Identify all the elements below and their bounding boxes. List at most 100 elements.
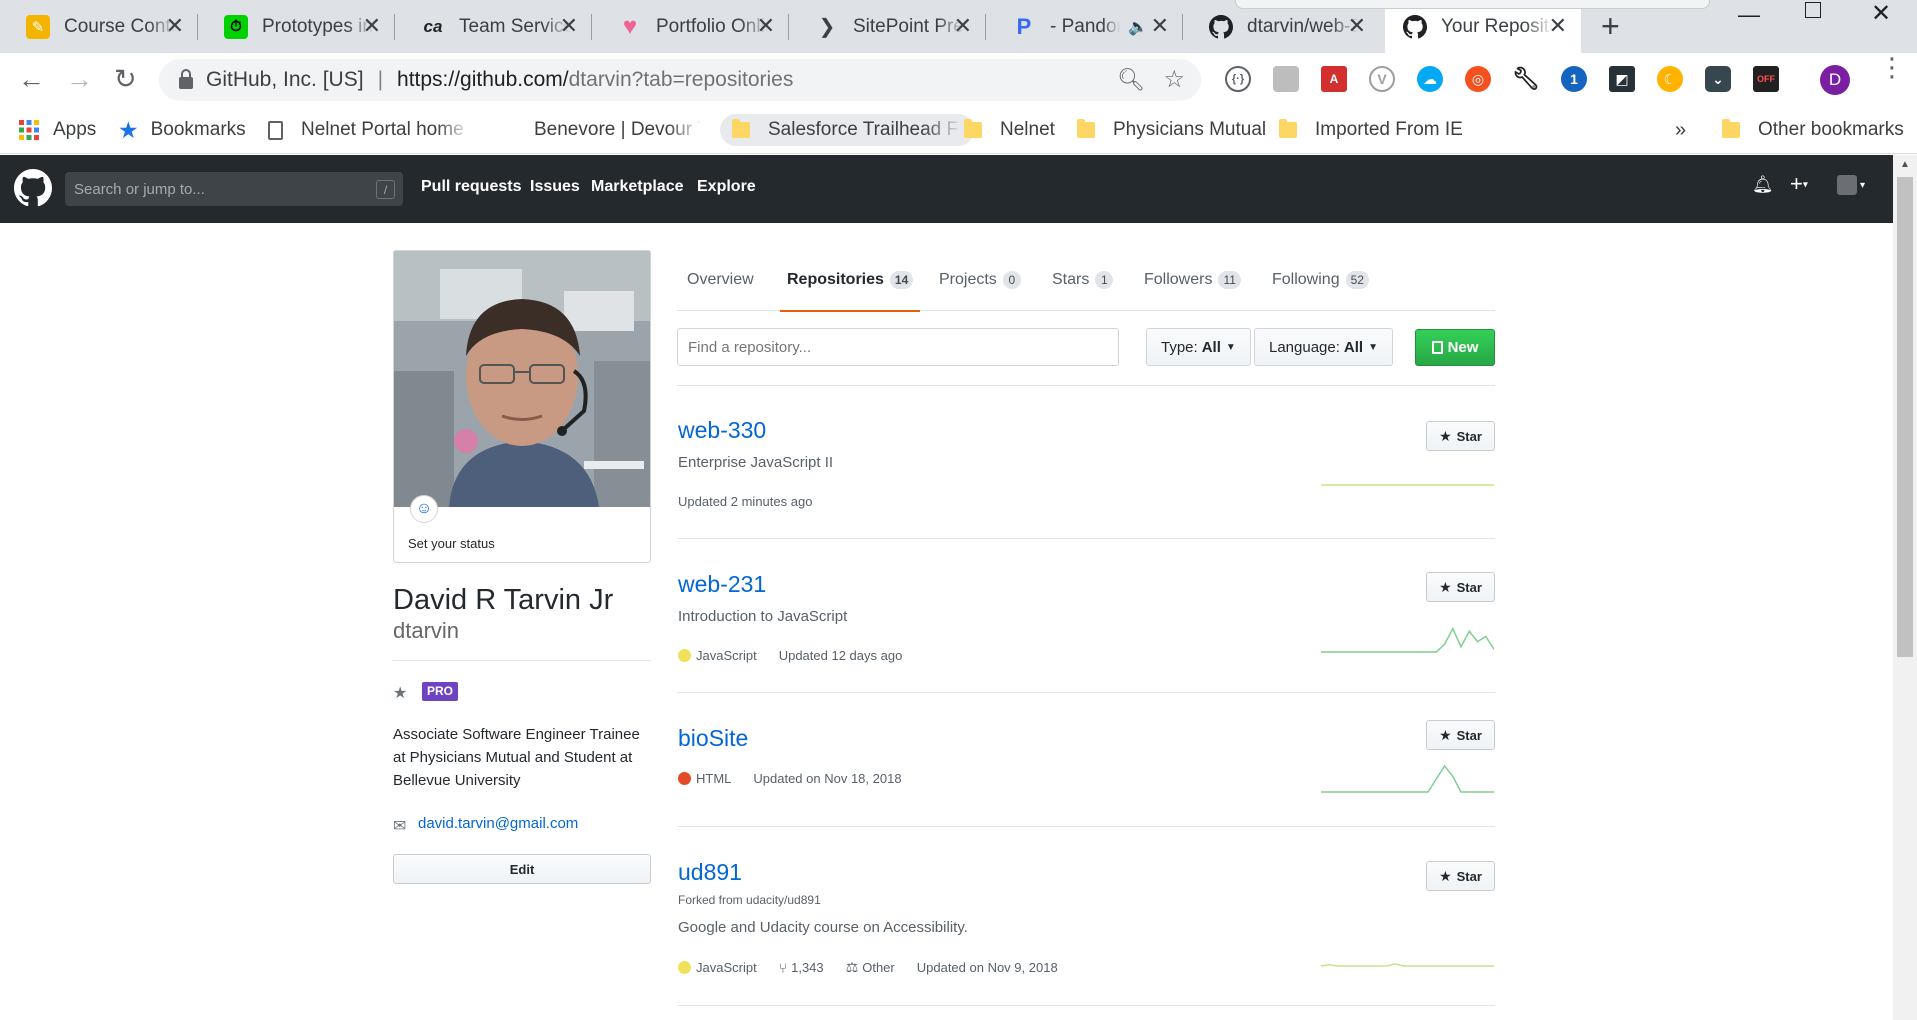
nav-pull-requests[interactable]: Pull requests xyxy=(421,178,521,196)
repo-name-link[interactable]: ud891 xyxy=(678,859,742,886)
repo-forks-count[interactable]: 1,343 xyxy=(791,960,824,975)
tab-count: 0 xyxy=(1002,271,1021,289)
profile-photo[interactable] xyxy=(394,251,650,507)
nav-marketplace[interactable]: Marketplace xyxy=(591,178,684,196)
set-status-smiley-icon[interactable]: ☺ xyxy=(410,495,438,523)
close-icon[interactable]: ✕ xyxy=(757,15,775,37)
close-icon[interactable]: ✕ xyxy=(954,15,972,37)
bookmark-apps[interactable]: Apps xyxy=(19,114,96,146)
set-status-label[interactable]: Set your status xyxy=(408,536,495,551)
address-bar[interactable]: GitHub, Inc. [US] | https://github.com/d… xyxy=(159,59,1201,101)
bookmark-benevore[interactable]: Benevore | Devour Th xyxy=(534,114,702,146)
tab-stars[interactable]: Stars 1 xyxy=(1052,268,1114,311)
bookmark-physicians-mutual[interactable]: Physicians Mutual xyxy=(1077,114,1266,146)
close-icon[interactable]: ✕ xyxy=(1151,15,1169,37)
repo-updated: Updated 12 days ago xyxy=(778,648,903,663)
bookmarks-overflow-chevron[interactable]: » xyxy=(1675,114,1686,146)
edit-profile-button[interactable]: Edit xyxy=(393,854,651,884)
bookmark-nelnet-portal[interactable]: Nelnet Portal home p xyxy=(268,114,471,146)
lock-icon[interactable] xyxy=(179,69,193,89)
close-icon[interactable]: ✕ xyxy=(1549,15,1567,37)
maximize-icon[interactable] xyxy=(1805,2,1821,18)
tab-followers[interactable]: Followers 11 xyxy=(1144,268,1241,311)
repo-language: HTML xyxy=(696,771,732,786)
browser-tab[interactable]: ca Team Services ✕ xyxy=(395,0,592,53)
star-button[interactable]: ★ Star xyxy=(1426,720,1495,750)
nav-issues[interactable]: Issues xyxy=(530,178,580,196)
bookmark-other-bookmarks[interactable]: Other bookmarks xyxy=(1722,114,1904,146)
nav-explore[interactable]: Explore xyxy=(697,178,756,196)
close-icon[interactable]: ✕ xyxy=(560,15,578,37)
browser-tab[interactable]: ♥ Portfolio Online ✕ xyxy=(592,0,789,53)
tab-title: Your Repositories xyxy=(1441,15,1553,37)
extension-lifebuoy-icon[interactable]: ◎ xyxy=(1465,66,1491,92)
browser-tab[interactable]: ⏱ Prototypes in Sketch ✕ xyxy=(198,0,395,53)
extension-pdf-icon[interactable]: A xyxy=(1321,66,1347,92)
window-close-icon[interactable]: ✕ xyxy=(1871,0,1891,27)
zoom-icon[interactable]: 🔍︎ xyxy=(1117,67,1145,93)
bookmark-nelnet[interactable]: Nelnet xyxy=(964,114,1055,146)
notifications-bell-icon[interactable]: 🔔︎ xyxy=(1752,175,1774,195)
repo-name-link[interactable]: web-231 xyxy=(678,571,766,598)
forward-arrow-icon[interactable]: → xyxy=(66,65,93,93)
extension-wrench-icon[interactable]: 🔧︎ xyxy=(1512,66,1540,92)
tab-repositories[interactable]: Repositories 14 xyxy=(779,268,921,312)
browser-tab[interactable]: ❯ SitePoint Premium ✕ xyxy=(789,0,986,53)
new-repository-button[interactable]: New xyxy=(1415,329,1495,366)
bookmark-salesforce-trailhead[interactable]: Salesforce Trailhead F xyxy=(720,114,974,146)
browser-tab[interactable]: P - Pandora 🔈 ✕ xyxy=(986,0,1183,53)
close-icon[interactable]: ✕ xyxy=(363,15,381,37)
reload-icon[interactable]: ↻ xyxy=(114,65,137,93)
tab-following[interactable]: Following 52 xyxy=(1272,268,1369,311)
tab-projects[interactable]: Projects 0 xyxy=(939,268,1021,311)
github-search-input[interactable]: Search or jump to... / xyxy=(65,172,403,206)
close-icon[interactable]: ✕ xyxy=(1348,15,1366,37)
browser-tab[interactable]: ✎ Course Content ✕ xyxy=(0,0,198,53)
user-avatar-menu[interactable]: ▾ xyxy=(1837,174,1865,196)
extension-screenshot-icon[interactable]: ◩ xyxy=(1609,66,1635,92)
star-button[interactable]: ★ Star xyxy=(1426,572,1495,602)
fork-icon: ⑂ xyxy=(778,959,788,976)
sparkline-path xyxy=(1321,764,1494,793)
extension-code-icon[interactable]: {·} xyxy=(1225,66,1251,92)
tab-count: 1 xyxy=(1095,271,1114,289)
profile-avatar[interactable]: D xyxy=(1820,65,1850,95)
repo-name-link[interactable]: bioSite xyxy=(678,725,748,752)
speaker-icon[interactable]: 🔈 xyxy=(1128,17,1148,37)
star-button[interactable]: ★ Star xyxy=(1426,421,1495,451)
extension-pocket-icon[interactable]: ⌄ xyxy=(1705,66,1731,92)
language-filter-dropdown[interactable]: Language: All ▼ xyxy=(1254,328,1393,366)
extension-1password-icon[interactable]: 1 xyxy=(1561,66,1587,92)
tab-count: 14 xyxy=(889,271,914,289)
bookmark-bookmarks[interactable]: ★ Bookmarks xyxy=(118,114,246,146)
repo-forked-from[interactable]: Forked from udacity/ud891 xyxy=(678,893,821,907)
type-filter-dropdown[interactable]: Type: All ▼ xyxy=(1146,328,1251,366)
create-new-plus-icon[interactable]: +▾ xyxy=(1790,171,1808,197)
activity-sparkline xyxy=(1321,764,1494,793)
extension-off-icon[interactable]: OFF xyxy=(1753,66,1779,92)
extension-cloud-icon[interactable]: ☁ xyxy=(1417,66,1443,92)
tab-count: 11 xyxy=(1218,271,1241,289)
bookmark-star-icon[interactable]: ☆ xyxy=(1163,65,1185,94)
tab-overview[interactable]: Overview xyxy=(687,268,754,311)
minimize-icon[interactable]: — xyxy=(1738,2,1760,27)
repo-name-link[interactable]: web-330 xyxy=(678,417,766,444)
extension-moon-icon[interactable]: ☾ xyxy=(1657,66,1683,92)
profile-email-link[interactable]: david.tarvin@gmail.com xyxy=(418,815,578,832)
close-icon[interactable]: ✕ xyxy=(166,15,184,37)
github-octocat-icon[interactable] xyxy=(14,169,52,207)
extension-v-icon[interactable]: V xyxy=(1369,66,1395,92)
scrollbar-thumb[interactable] xyxy=(1897,177,1913,657)
tab-title: dtarvin/web-330 xyxy=(1247,15,1359,37)
new-tab-button[interactable]: + xyxy=(1601,10,1620,42)
extension-cube-icon[interactable] xyxy=(1273,66,1299,92)
back-arrow-icon[interactable]: ← xyxy=(18,65,45,93)
bookmark-imported-from-ie[interactable]: Imported From IE xyxy=(1279,114,1463,146)
pro-badge[interactable]: PRO xyxy=(422,682,459,701)
scroll-up-arrow-icon[interactable]: ▲ xyxy=(1900,159,1910,170)
menu-kebab-icon[interactable]: ⋮ xyxy=(1879,54,1905,80)
star-button[interactable]: ★ Star xyxy=(1426,861,1495,891)
tab-drag-handle[interactable] xyxy=(1235,0,1710,9)
page-scrollbar[interactable]: ▲ xyxy=(1893,155,1917,1020)
find-repository-input[interactable] xyxy=(677,328,1119,366)
